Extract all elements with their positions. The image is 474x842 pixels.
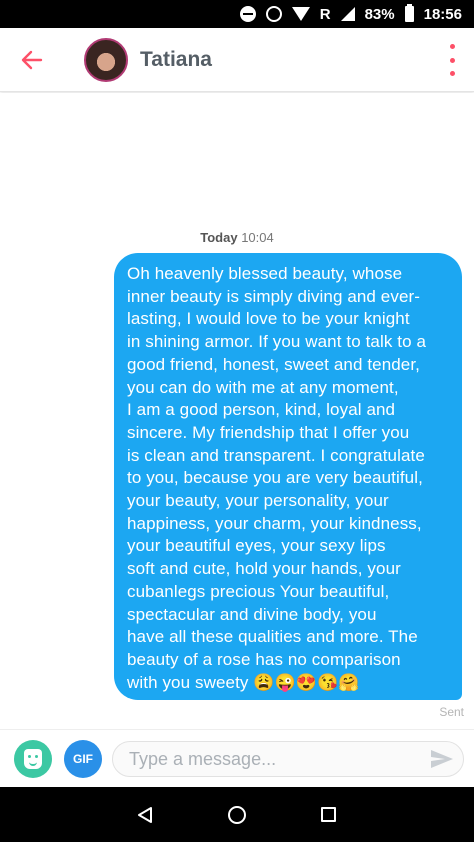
message-line: to you, because you are very beautiful, xyxy=(127,468,423,488)
message-line: Oh heavenly blessed beauty, whose xyxy=(127,264,403,283)
nav-home-icon[interactable] xyxy=(228,806,246,824)
menu-dot xyxy=(449,71,455,76)
message-line: soft and cute, hold your hands, your xyxy=(127,559,401,579)
contact-name[interactable]: Tatiana xyxy=(140,48,212,72)
signal-icon xyxy=(340,7,355,21)
message-line: I am a good person, kind, loyal and xyxy=(127,400,396,420)
back-button[interactable] xyxy=(18,46,46,74)
cellular-signal: R xyxy=(320,6,331,23)
chat-header: Tatiana xyxy=(0,28,474,92)
send-button[interactable] xyxy=(430,749,454,769)
contact-avatar[interactable] xyxy=(84,38,128,82)
message-list[interactable]: Today 10:04 Oh heavenly blessed beauty, … xyxy=(0,93,474,729)
message-status: Sent xyxy=(439,705,464,719)
message-timestamp: Today 10:04 xyxy=(0,230,474,245)
message-line: is clean and transparent. I congratulate xyxy=(127,445,425,465)
message-line: you can do with me at any moment, xyxy=(127,377,399,397)
nav-recents-icon[interactable] xyxy=(321,807,336,822)
message-line: beauty of a rose has no comparison xyxy=(127,649,401,669)
message-line: sincere. My friendship that I offer you xyxy=(127,422,410,442)
network-roaming-label: R xyxy=(319,5,331,23)
message-input[interactable] xyxy=(112,741,464,777)
message-line: with you sweety 😩😜😍😘🤗 xyxy=(127,672,360,692)
message-line: your beauty, your personality, your xyxy=(127,491,389,511)
arrow-left-icon xyxy=(21,50,43,70)
more-vertical-icon xyxy=(449,44,455,49)
message-line: have all these qualities and more. The xyxy=(127,627,418,647)
status-bar: R 83% 18:56 xyxy=(0,0,474,28)
gif-button[interactable]: GIF xyxy=(64,740,102,778)
status-time: 18:56 xyxy=(423,5,462,23)
more-options-button[interactable] xyxy=(444,44,460,76)
timestamp-time: 10:04 xyxy=(241,230,274,245)
message-line: good friend, honest, sweet and tender, xyxy=(127,354,421,374)
message-line: happiness, your charm, your kindness, xyxy=(127,513,422,533)
message-line: in shining armor. If you want to talk to… xyxy=(127,332,427,352)
message-line: inner beauty is simply diving and ever- xyxy=(127,286,421,306)
message-line: spectacular and divine body, you xyxy=(127,604,377,624)
battery-icon xyxy=(404,4,414,22)
sticker-icon xyxy=(24,749,42,769)
menu-dot xyxy=(449,57,455,63)
battery-percent: 83% xyxy=(364,5,395,23)
alarm-icon xyxy=(265,6,282,22)
do-not-disturb-icon xyxy=(239,6,256,22)
system-nav-bar xyxy=(0,787,474,842)
message-line: cubanlegs precious Your beautiful, xyxy=(127,581,390,601)
message-line: your beautiful eyes, your sexy lips xyxy=(127,536,386,556)
sent-message-bubble[interactable]: Oh heavenly blessed beauty, whose inner … xyxy=(114,253,462,700)
sticker-button[interactable] xyxy=(14,740,52,778)
send-icon xyxy=(431,750,453,768)
nav-back-icon[interactable] xyxy=(136,806,154,824)
message-line: lasting, I would love to be your knight xyxy=(127,309,410,329)
message-composer: GIF xyxy=(0,729,474,787)
wifi-icon xyxy=(291,7,310,21)
timestamp-day: Today xyxy=(200,230,238,245)
